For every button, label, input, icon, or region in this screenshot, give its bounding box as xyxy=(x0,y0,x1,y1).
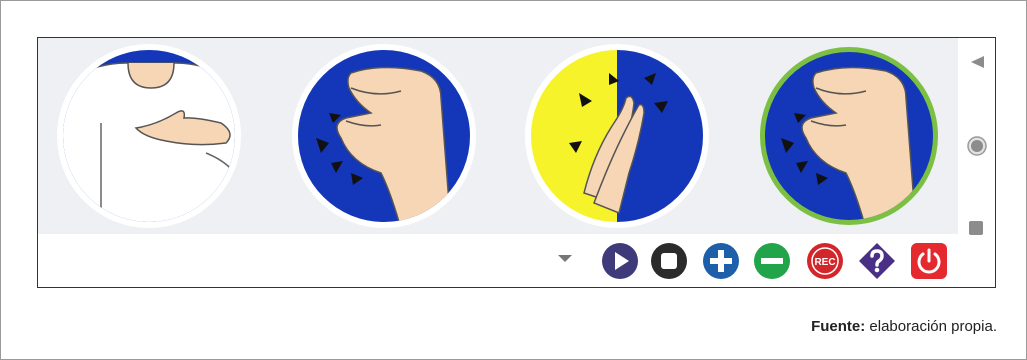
power-icon[interactable] xyxy=(910,242,948,280)
figure-caption: Fuente: elaboración propia. xyxy=(811,318,997,335)
sign-tile-3[interactable] xyxy=(524,43,710,229)
back-triangle-icon[interactable] xyxy=(968,54,986,70)
caption-label: Fuente: xyxy=(811,318,866,335)
nav-column xyxy=(958,38,995,287)
minus-icon[interactable] xyxy=(753,242,791,280)
control-toolbar: REC xyxy=(38,234,958,287)
play-icon[interactable] xyxy=(601,242,639,280)
sign-app-window: REC xyxy=(37,37,996,288)
sign-stage xyxy=(38,38,958,234)
record-icon[interactable]: REC xyxy=(806,242,844,280)
chevron-down-icon[interactable] xyxy=(558,255,572,262)
recent-square-icon[interactable] xyxy=(968,220,984,236)
clapping-hands-icon xyxy=(525,44,709,228)
stop-icon[interactable] xyxy=(650,242,688,280)
sign-tile-2[interactable] xyxy=(291,43,477,229)
person-chest-hand-icon xyxy=(57,44,241,228)
pinch-hand-icon xyxy=(760,47,938,225)
home-circle-icon[interactable] xyxy=(967,136,987,156)
plus-icon[interactable] xyxy=(702,242,740,280)
help-icon[interactable] xyxy=(858,242,896,280)
record-label: REC xyxy=(814,257,835,268)
caption-text: elaboración propia. xyxy=(869,318,997,335)
sign-tile-1[interactable] xyxy=(56,43,242,229)
sign-tile-4-selected[interactable] xyxy=(756,43,942,229)
pinch-hand-icon xyxy=(292,44,476,228)
